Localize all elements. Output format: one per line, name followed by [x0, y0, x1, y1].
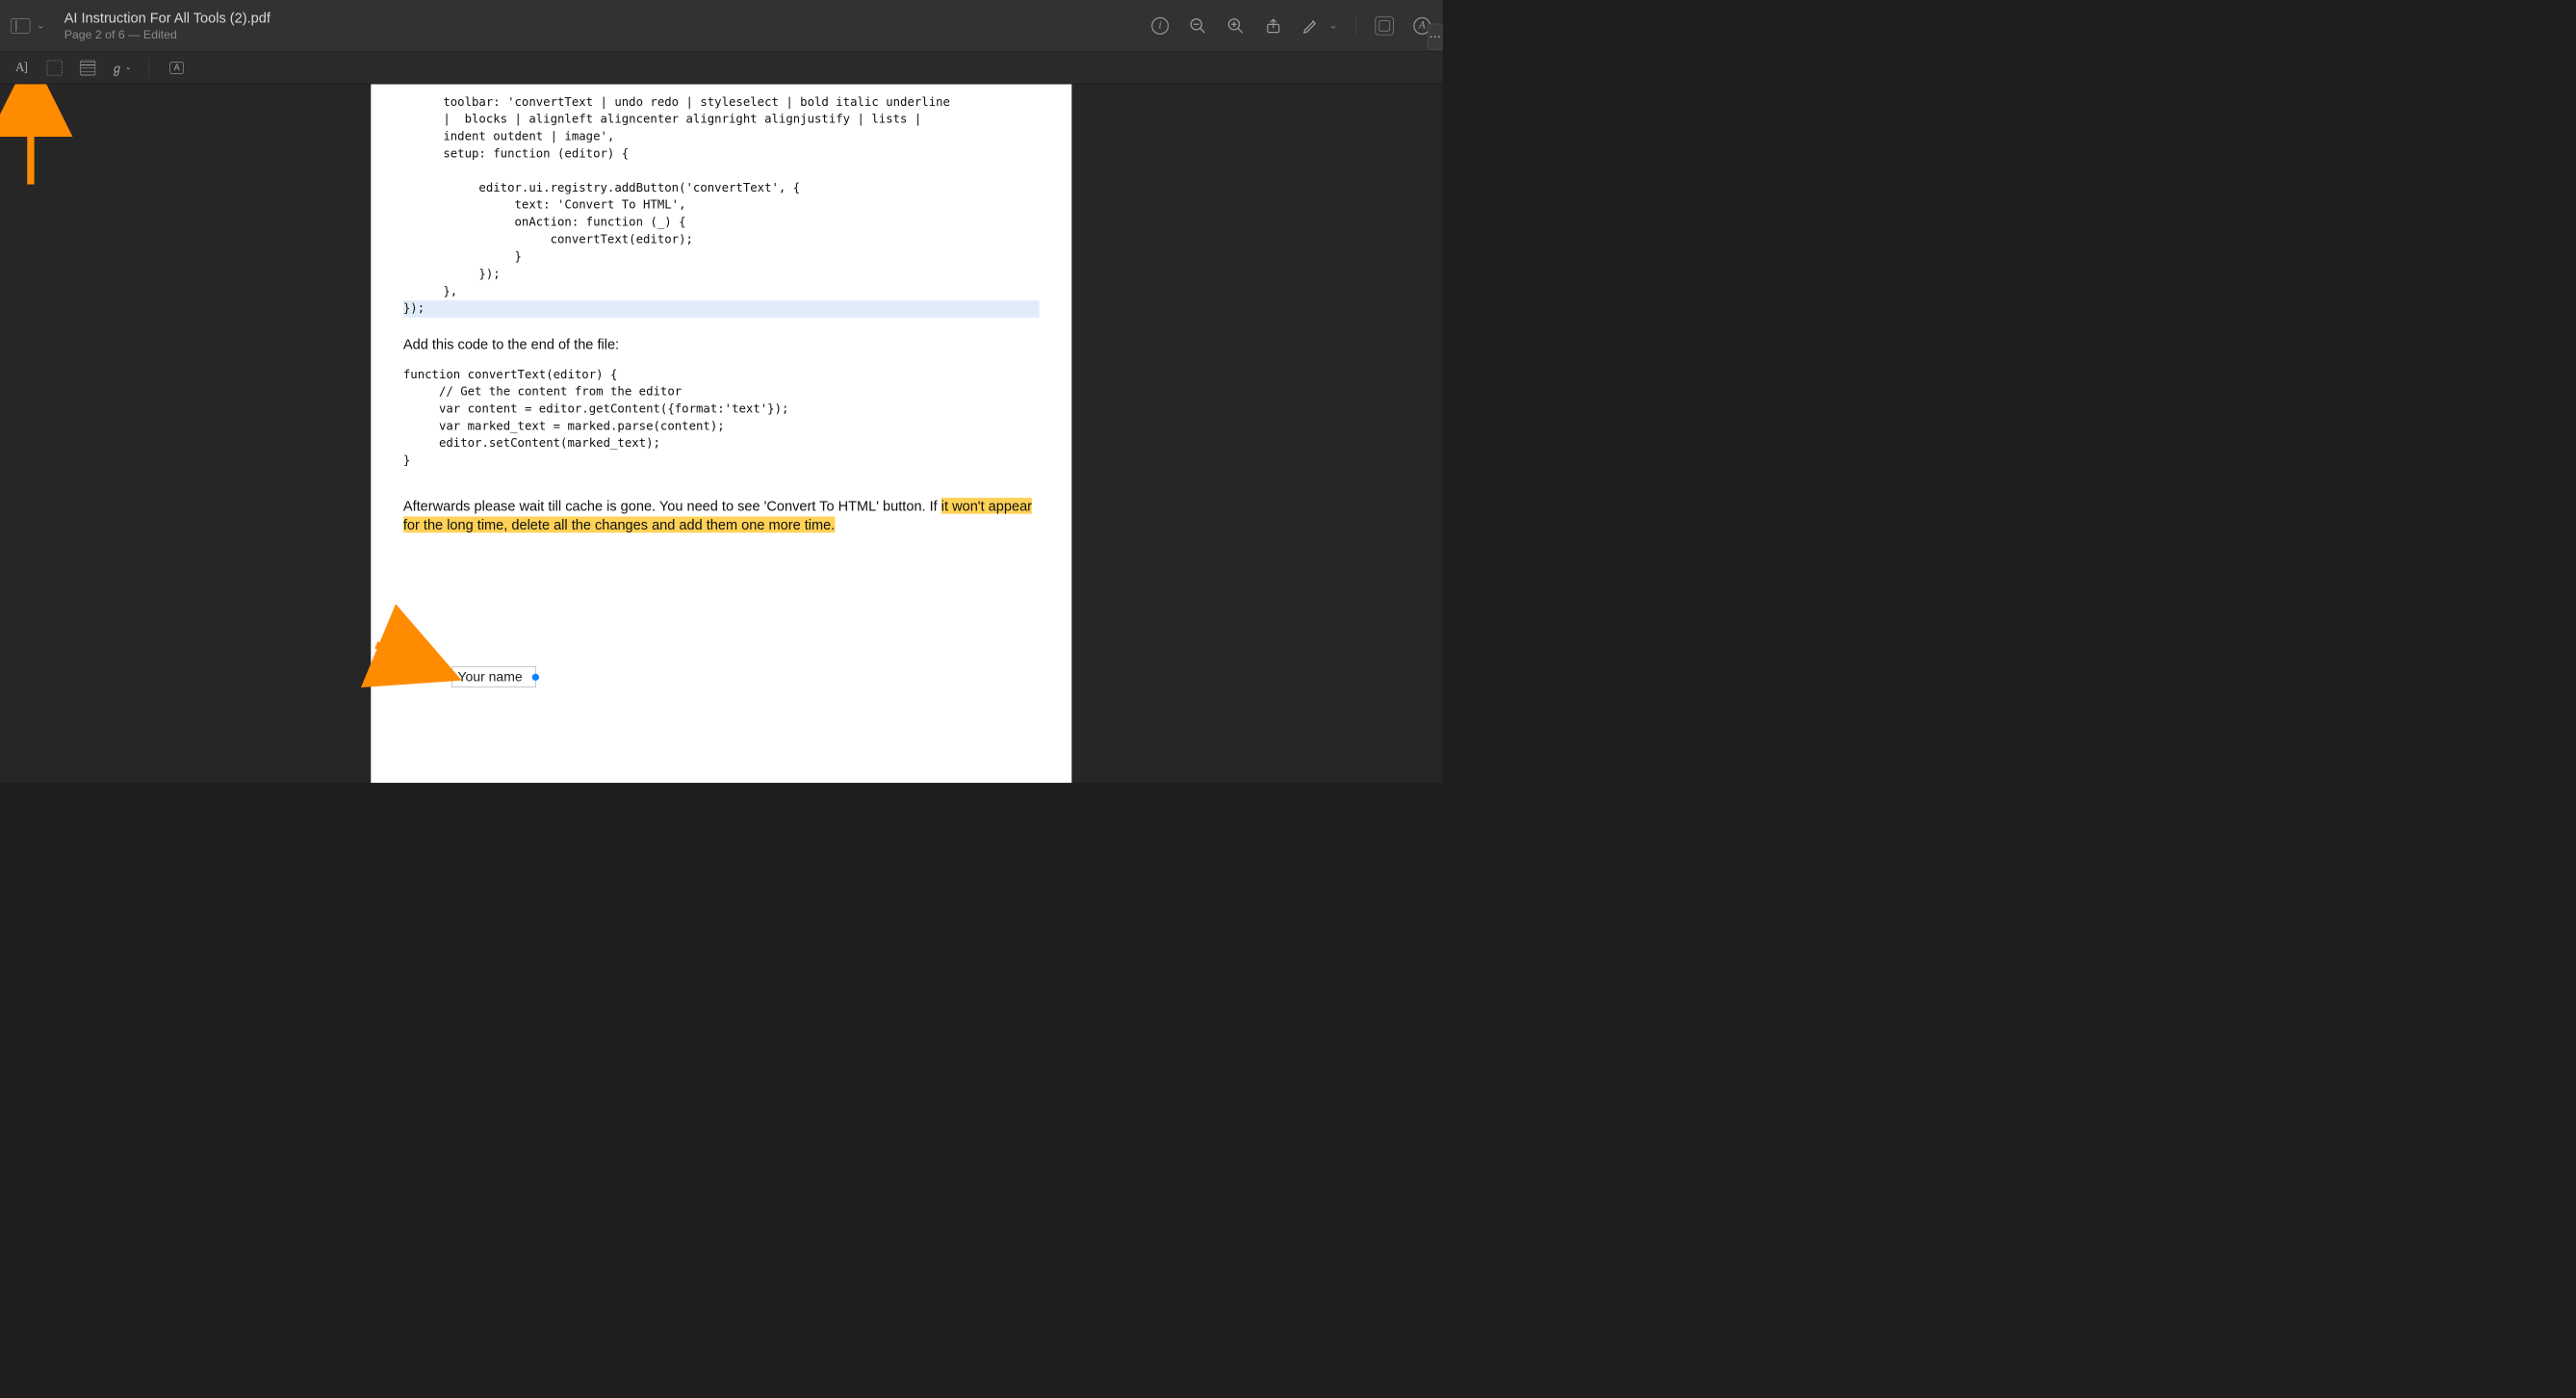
app-window: ⌄ AI Instruction For All Tools (2).pdf P…: [0, 0, 1443, 783]
text-tool-icon: A]: [15, 61, 27, 75]
info-icon: i: [1151, 17, 1169, 35]
selection-tool-button[interactable]: [45, 59, 64, 77]
share-button[interactable]: [1264, 16, 1283, 36]
paragraph-add-code: Add this code to the end of the file:: [403, 336, 1040, 352]
zoom-out-icon: [1189, 16, 1207, 35]
text-annotation-box[interactable]: Your name: [451, 666, 535, 687]
markup-separator: [149, 58, 150, 77]
text-style-icon: A: [169, 62, 184, 73]
zoom-in-button[interactable]: [1225, 16, 1245, 36]
document-stage[interactable]: toolbar: 'convertText | undo redo | styl…: [0, 84, 1443, 783]
zoom-in-icon: [1226, 16, 1245, 35]
document-subtitle: Page 2 of 6 — Edited: [64, 28, 270, 42]
title-block: AI Instruction For All Tools (2).pdf Pag…: [64, 10, 270, 41]
share-icon: [1265, 17, 1282, 35]
redact-icon: [80, 60, 95, 75]
pencil-icon: [1301, 16, 1320, 35]
signature-icon: ℊ⌄: [111, 59, 131, 76]
sidebar-toggle-button[interactable]: [11, 18, 30, 34]
zoom-out-button[interactable]: [1188, 16, 1207, 36]
signature-tool-button[interactable]: ℊ⌄: [112, 59, 130, 77]
annotation-arrow-textbox: [366, 634, 463, 703]
markup-toggle-button[interactable]: [1301, 16, 1321, 36]
overflow-menu-button[interactable]: ⋯: [1428, 24, 1443, 50]
info-button[interactable]: i: [1150, 16, 1170, 36]
titlebar-left: ⌄ AI Instruction For All Tools (2).pdf P…: [11, 10, 270, 41]
pdf-page: toolbar: 'convertText | undo redo | styl…: [371, 84, 1071, 783]
paragraph-afterwards: Afterwards please wait till cache is gon…: [403, 497, 1040, 534]
redact-tool-button[interactable]: [79, 59, 97, 77]
code-block-1-tail: });: [403, 300, 1040, 318]
rotate-button[interactable]: [1375, 16, 1394, 36]
text-tool-button[interactable]: A]: [12, 59, 30, 77]
sidebar-menu-chevron-icon[interactable]: ⌄: [37, 20, 44, 32]
text-style-button[interactable]: A: [167, 59, 186, 77]
titlebar: ⌄ AI Instruction For All Tools (2).pdf P…: [0, 0, 1443, 52]
resize-handle-right[interactable]: [532, 673, 539, 680]
toolbar-separator: [1355, 14, 1356, 36]
markup-menu-chevron-icon[interactable]: ⌄: [1329, 20, 1337, 32]
annotation-text[interactable]: Your name: [457, 669, 522, 685]
resize-handle-left[interactable]: [449, 673, 455, 680]
titlebar-right: i ⌄ A: [1150, 14, 1431, 36]
annotation-arrow-toolbar: [12, 88, 55, 198]
selection-icon: [47, 60, 63, 75]
code-block-2: function convertText(editor) { // Get th…: [403, 367, 1040, 470]
code-block-1: toolbar: 'convertText | undo redo | styl…: [403, 93, 1040, 299]
document-title: AI Instruction For All Tools (2).pdf: [64, 10, 270, 26]
markup-toolbar: A] ℊ⌄ A: [0, 52, 1443, 85]
rotate-icon: [1376, 16, 1394, 35]
